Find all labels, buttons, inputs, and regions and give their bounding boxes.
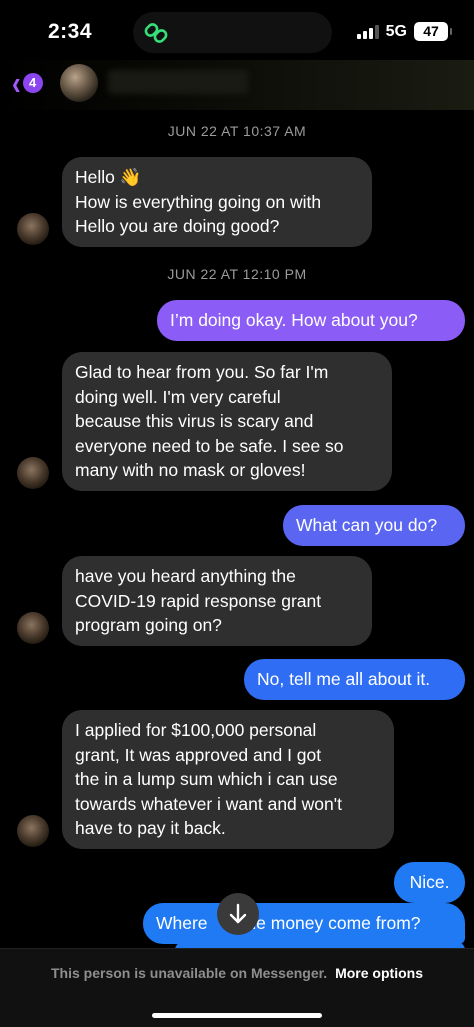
outgoing-message[interactable]: No, tell me all about it. [244, 659, 465, 700]
link-icon [144, 23, 168, 43]
message-line: have you heard anything the [75, 566, 296, 586]
chat-header: ‹ 4 [0, 60, 474, 110]
contact-avatar-small[interactable] [17, 213, 49, 245]
more-options-link[interactable]: More options [335, 965, 423, 981]
message-line: Where the money come from? [156, 913, 421, 933]
contact-name-obscured[interactable] [108, 70, 248, 94]
status-bar: 2:34 5G 47 [0, 0, 474, 60]
back-button[interactable]: ‹ 4 [12, 66, 43, 100]
chevron-left-icon: ‹ [12, 63, 21, 103]
home-indicator[interactable] [152, 1013, 322, 1018]
outgoing-message[interactable]: What can you do? [283, 505, 465, 546]
message-line: because this virus is scary and [75, 411, 314, 431]
contact-avatar-small[interactable] [17, 612, 49, 644]
footer-notice: This person is unavailable on Messenger.… [0, 965, 474, 981]
message-line: program going on? [75, 615, 222, 635]
incoming-message[interactable]: I applied for $100,000 personal grant, I… [62, 710, 394, 849]
unavailable-footer: This person is unavailable on Messenger.… [0, 948, 474, 1027]
unavailable-notice: This person is unavailable on Messenger. [51, 965, 328, 981]
message-line: many with no mask or gloves! [75, 460, 306, 480]
unread-badge: 4 [22, 73, 43, 93]
message-line: towards whatever i want and won't [75, 793, 342, 814]
message-line: How is everything going on with [75, 191, 322, 212]
message-line: have to pay it back. [75, 818, 226, 838]
status-time: 2:34 [48, 20, 93, 43]
timestamp: JUN 22 AT 12:10 PM [167, 266, 307, 282]
message-line: Glad to hear from you. So far I'm [75, 362, 329, 382]
message-line: grant, It was approved and I got [75, 744, 322, 765]
incoming-message[interactable]: Hello 👋 How is everything going on with … [62, 157, 372, 247]
timestamp: JUN 22 AT 10:37 AM [167, 123, 307, 139]
incoming-message[interactable]: Glad to hear from you. So far I'm doing … [62, 352, 392, 491]
outgoing-message[interactable]: I’m doing okay. How about you? [157, 300, 465, 341]
contact-avatar-small[interactable] [17, 815, 49, 847]
message-line: I applied for $100,000 personal [75, 720, 317, 740]
message-line: everyone need to be safe. I see so [75, 435, 344, 456]
message-line: Nice. [409, 872, 450, 892]
contact-avatar[interactable] [60, 64, 98, 102]
network-type: 5G [385, 22, 407, 40]
message-line: No, tell me all about it. [257, 669, 431, 689]
message-line: the in a lump sum which i can use [75, 769, 338, 789]
status-indicators: 5G 47 [356, 22, 452, 41]
message-line: Hello 👋 [75, 167, 142, 187]
message-line: doing well. I'm very careful [75, 386, 281, 407]
message-line: Hello you are doing good? [75, 216, 280, 236]
dynamic-island [133, 12, 332, 53]
outgoing-message[interactable]: Where the money come from? [143, 903, 465, 944]
outgoing-message[interactable]: Nice. [394, 862, 465, 903]
message-line: What can you do? [296, 515, 438, 535]
signal-icon [356, 24, 379, 39]
incoming-message[interactable]: have you heard anything the COVID-19 rap… [62, 556, 372, 646]
scroll-to-bottom-button[interactable] [217, 893, 259, 935]
message-line: COVID-19 rapid response grant [75, 590, 322, 611]
arrow-down-icon [229, 903, 247, 924]
message-line: I’m doing okay. How about you? [170, 310, 418, 330]
battery-icon: 47 [414, 22, 452, 41]
contact-avatar-small[interactable] [17, 457, 49, 489]
